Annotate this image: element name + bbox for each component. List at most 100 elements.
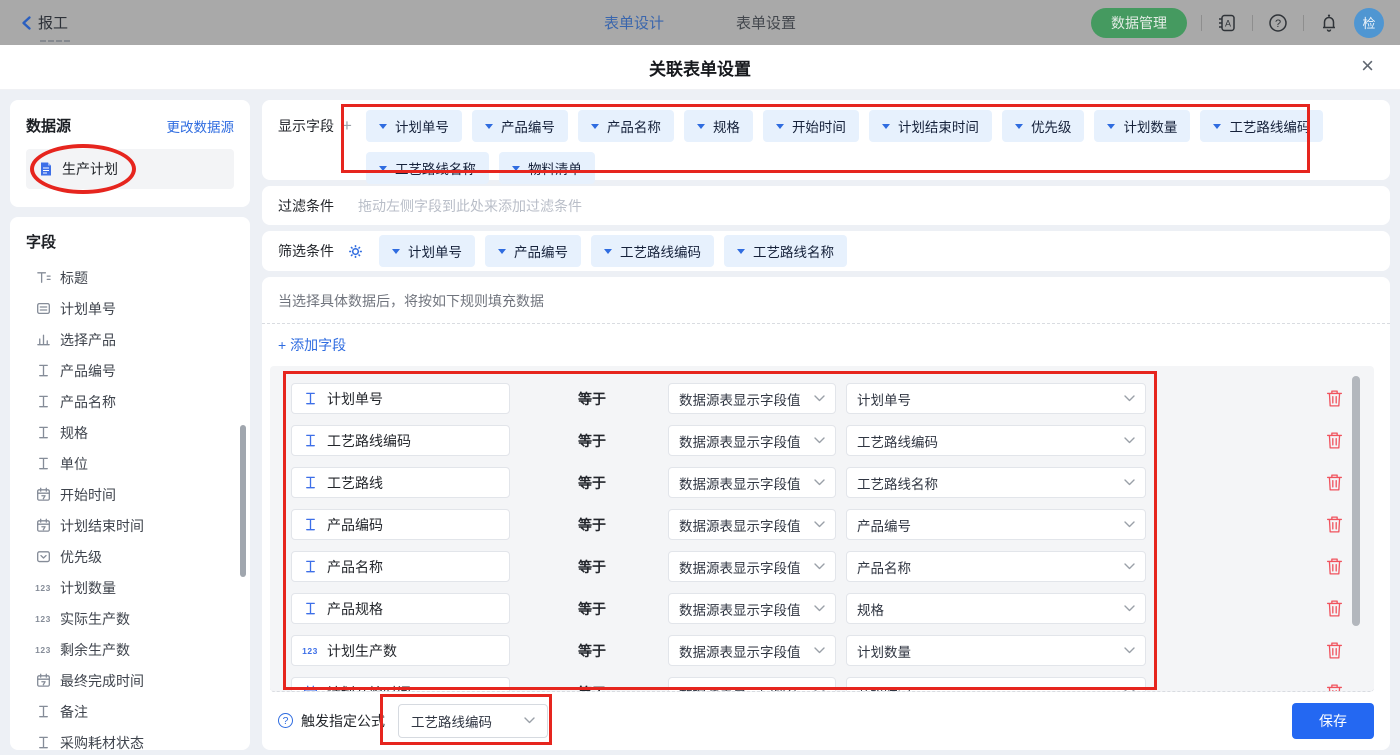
rule-source-select[interactable]: 数据源表显示字段值 [668, 467, 836, 498]
field-tag[interactable]: 工艺路线名称 [366, 152, 489, 184]
datasource-item-production-plan[interactable]: 生产计划 [26, 149, 234, 189]
calendar-icon [35, 673, 51, 688]
main-panel: 显示字段 + 计划单号产品编号产品名称规格开始时间计划结束时间优先级计划数量工艺… [262, 100, 1390, 750]
user-avatar[interactable]: 检 [1354, 8, 1384, 38]
field-tag[interactable]: 计划单号 [366, 110, 462, 142]
add-display-field-icon[interactable]: + [342, 116, 352, 136]
sidebar-field-item[interactable]: 单位 [26, 448, 250, 479]
field-tag[interactable]: 计划数量 [1094, 110, 1190, 142]
rule-value-select[interactable]: 工艺路线编码 [846, 425, 1146, 456]
rules-scrollbar[interactable] [1352, 376, 1360, 626]
contacts-icon[interactable]: A [1216, 12, 1238, 34]
rule-source-select[interactable]: 数据源表显示字段值 [668, 425, 836, 456]
field-tag[interactable]: 工艺路线编码 [591, 235, 714, 267]
rule-source-select[interactable]: 数据源表显示字段值 [668, 677, 836, 692]
tab-form-design[interactable]: 表单设计 [604, 12, 664, 33]
field-tag[interactable]: 产品名称 [578, 110, 674, 142]
field-tag[interactable]: 优先级 [1002, 110, 1085, 142]
rule-source-select[interactable]: 数据源表显示字段值 [668, 635, 836, 666]
field-tag[interactable]: 计划单号 [379, 235, 475, 267]
rule-value-select[interactable]: 工艺路线名称 [846, 467, 1146, 498]
rule-field-input[interactable]: 产品规格 [291, 593, 510, 624]
field-tag[interactable]: 工艺路线编码 [1200, 110, 1323, 142]
help-icon[interactable]: ? [1267, 12, 1289, 34]
delete-row-icon[interactable] [1326, 431, 1344, 451]
select-icon [35, 549, 51, 564]
caret-down-icon [591, 124, 599, 129]
fields-scrollbar[interactable] [240, 425, 246, 577]
rule-field-input[interactable]: 产品名称 [291, 551, 510, 582]
rule-value-label: 工艺路线编码 [857, 431, 938, 451]
rule-row: 产品编码等于数据源表显示字段值产品编号 [270, 504, 1374, 546]
rule-field-input[interactable]: 工艺路线编码 [291, 425, 510, 456]
rule-field-input[interactable]: 工艺路线 [291, 467, 510, 498]
change-datasource-link[interactable]: 更改数据源 [167, 116, 235, 136]
rule-value-select[interactable]: 产品编号 [846, 509, 1146, 540]
rule-value-select[interactable]: 规格 [846, 593, 1146, 624]
field-label: 单位 [60, 454, 88, 474]
rule-source-select[interactable]: 数据源表显示字段值 [668, 383, 836, 414]
trigger-formula-select[interactable]: 工艺路线编码 [398, 704, 548, 738]
sidebar-field-item[interactable]: 最终完成时间 [26, 665, 250, 696]
rule-field-label: 计划开始时间 [327, 683, 411, 692]
add-field-link[interactable]: + 添加字段 [262, 324, 1390, 366]
rule-value-select[interactable]: 计划数量 [846, 635, 1146, 666]
rule-field-input[interactable]: 123计划生产数 [291, 635, 510, 666]
field-tag[interactable]: 物料清单 [499, 152, 595, 184]
field-tag[interactable]: 产品编号 [472, 110, 568, 142]
save-button[interactable]: 保存 [1292, 703, 1374, 739]
field-label: 规格 [60, 423, 88, 443]
rule-field-input[interactable]: 计划开始时间 [291, 677, 510, 692]
rule-value-select[interactable]: 开始时间 [846, 677, 1146, 692]
rule-source-value: 数据源表显示字段值 [679, 473, 801, 493]
sidebar-field-item[interactable]: 优先级 [26, 541, 250, 572]
delete-row-icon[interactable] [1326, 641, 1344, 661]
rule-source-select[interactable]: 数据源表显示字段值 [668, 593, 836, 624]
sidebar-field-item[interactable]: 123计划数量 [26, 572, 250, 603]
sidebar-field-item[interactable]: 123实际生产数 [26, 603, 250, 634]
delete-row-icon[interactable] [1326, 389, 1344, 409]
sidebar: 数据源 更改数据源 生产计划 字段 标题计划单号选择产品产品编号产品名称规格单位… [10, 100, 250, 750]
rule-field-input[interactable]: 计划单号 [291, 383, 510, 414]
field-tag[interactable]: 产品编号 [485, 235, 581, 267]
delete-row-icon[interactable] [1326, 599, 1344, 619]
field-tag[interactable]: 工艺路线名称 [724, 235, 847, 267]
rule-field-input[interactable]: 产品编码 [291, 509, 510, 540]
sidebar-field-item[interactable]: 开始时间 [26, 479, 250, 510]
back-button[interactable]: 报工 [16, 12, 68, 34]
field-tag[interactable]: 计划结束时间 [869, 110, 992, 142]
tab-form-settings[interactable]: 表单设置 [736, 12, 796, 33]
filter-placeholder[interactable]: 拖动左侧字段到此处来添加过滤条件 [358, 196, 582, 216]
trigger-help-icon[interactable]: ? [278, 713, 293, 728]
sidebar-field-item[interactable]: 产品名称 [26, 386, 250, 417]
caret-down-icon [697, 124, 705, 129]
sidebar-field-item[interactable]: 规格 [26, 417, 250, 448]
text-icon [35, 456, 51, 471]
sidebar-field-item[interactable]: 123剩余生产数 [26, 634, 250, 665]
tag-label: 物料清单 [528, 158, 582, 178]
rule-source-select[interactable]: 数据源表显示字段值 [668, 509, 836, 540]
sidebar-field-item[interactable]: 采购耗材状态 [26, 727, 250, 750]
sidebar-field-item[interactable]: 标题 [26, 262, 250, 293]
rule-value-select[interactable]: 产品名称 [846, 551, 1146, 582]
delete-row-icon[interactable] [1326, 683, 1344, 692]
close-icon[interactable]: × [1361, 55, 1374, 77]
rule-value-select[interactable]: 计划单号 [846, 383, 1146, 414]
rule-operator: 等于 [578, 473, 606, 493]
field-tag[interactable]: 规格 [684, 110, 753, 142]
tag-label: 工艺路线编码 [1229, 116, 1310, 136]
sidebar-field-item[interactable]: 计划单号 [26, 293, 250, 324]
delete-row-icon[interactable] [1326, 473, 1344, 493]
notification-bell-icon[interactable] [1318, 12, 1340, 34]
sidebar-field-item[interactable]: 备注 [26, 696, 250, 727]
gear-icon[interactable] [348, 244, 363, 259]
delete-row-icon[interactable] [1326, 515, 1344, 535]
rule-source-select[interactable]: 数据源表显示字段值 [668, 551, 836, 582]
field-tag[interactable]: 开始时间 [763, 110, 859, 142]
sidebar-field-item[interactable]: 选择产品 [26, 324, 250, 355]
data-manage-button[interactable]: 数据管理 [1091, 8, 1187, 38]
sidebar-field-item[interactable]: 产品编号 [26, 355, 250, 386]
delete-row-icon[interactable] [1326, 557, 1344, 577]
sidebar-field-item[interactable]: 计划结束时间 [26, 510, 250, 541]
tag-label: 计划数量 [1123, 116, 1177, 136]
